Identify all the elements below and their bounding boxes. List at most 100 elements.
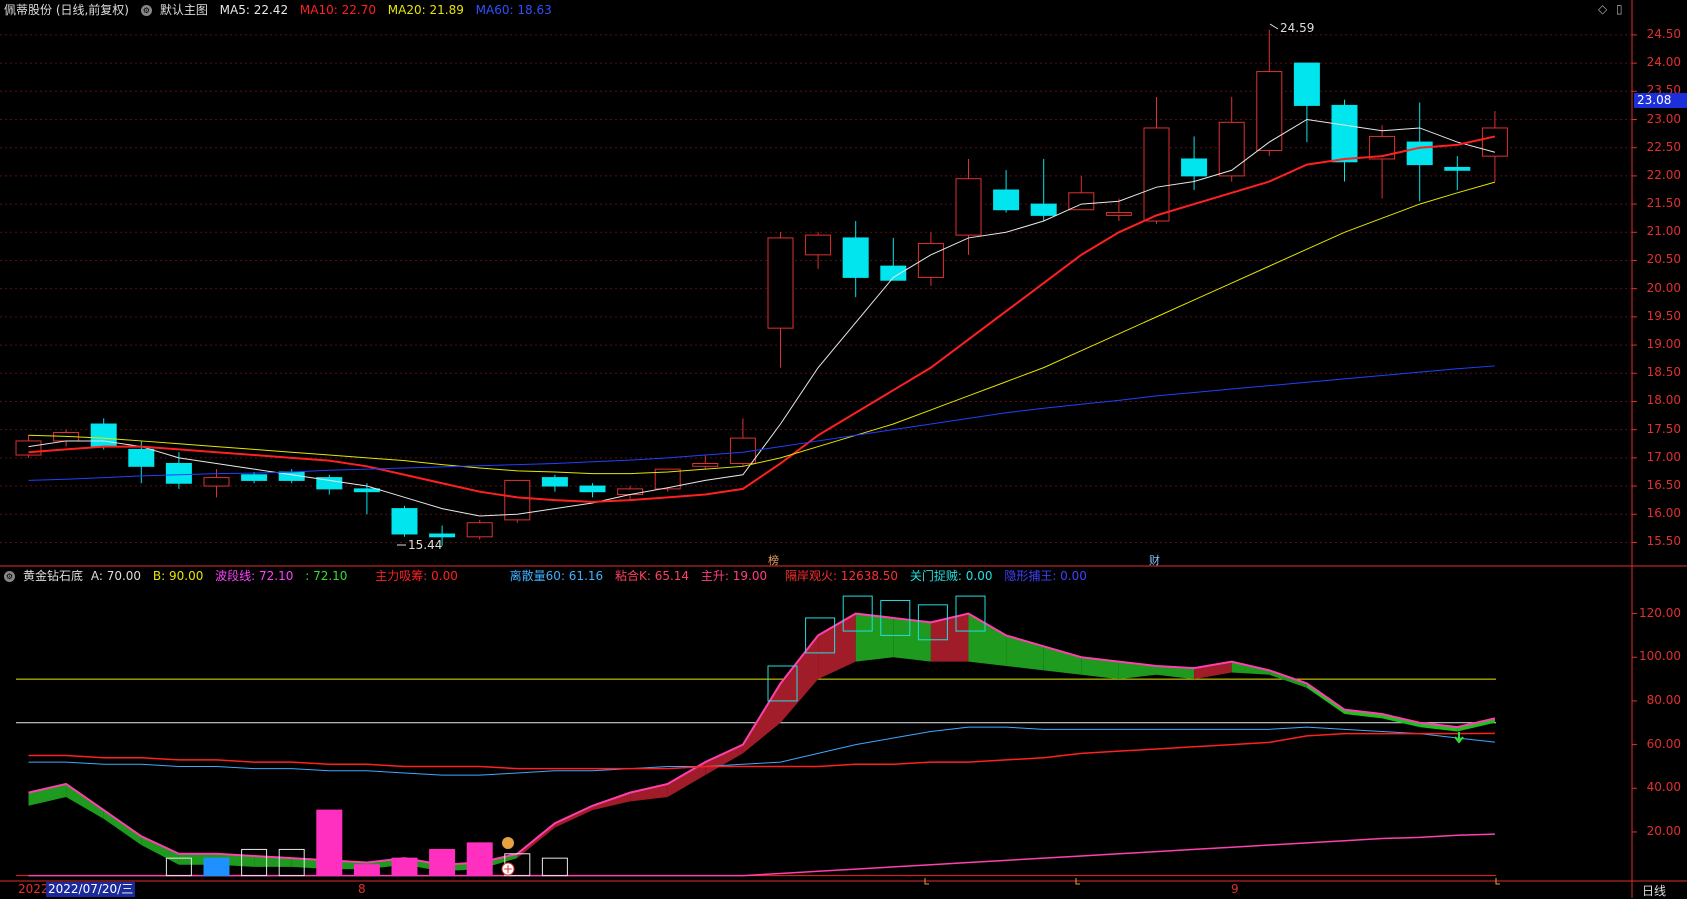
candle-body (1143, 127, 1170, 222)
price-tick-label: 21.50 (1646, 196, 1681, 211)
ma60-label: MA60: 18.63 (475, 3, 552, 17)
candle-body (1406, 141, 1433, 166)
price-tick-label: 21.00 (1646, 224, 1681, 239)
candle-body (165, 462, 192, 484)
diamond-icon[interactable]: ◇ (1598, 2, 1607, 16)
candle-body (1218, 121, 1245, 177)
price-tick-label: 23.00 (1646, 111, 1681, 126)
zone-block (466, 842, 493, 877)
candle-body (541, 477, 568, 487)
price-tick-label: 18.50 (1646, 365, 1681, 380)
price-tick-label: 20.50 (1646, 252, 1681, 267)
indicator-panel: + (16, 595, 1496, 877)
a-label: A: 70.00 (90, 569, 142, 583)
indicator-tick-label: 20.00 (1646, 823, 1681, 838)
template-label[interactable]: 默认主图 (160, 3, 208, 17)
gear-icon[interactable]: ⚙ (4, 571, 15, 582)
main-force-label: 主力吸筹: 0.00 (375, 569, 458, 583)
price-tick-label: 19.00 (1646, 337, 1681, 352)
indicator-tick-label: 60.00 (1646, 736, 1681, 751)
grid (0, 34, 1632, 543)
candle-body (1181, 158, 1208, 177)
price-tick-label: 16.50 (1646, 478, 1681, 493)
stock-chart[interactable]: + (0, 0, 1687, 898)
period-label[interactable]: 日线 (1642, 882, 1666, 899)
candle-body (842, 237, 869, 278)
zone-block (541, 857, 568, 877)
money-bag-icon (502, 837, 514, 849)
price-tick-label: 17.00 (1646, 449, 1681, 464)
candle-body (391, 508, 418, 535)
wave-band (66, 783, 104, 819)
candle-body (1331, 104, 1358, 163)
month-8-label: 8 (358, 882, 366, 896)
window-icon[interactable]: ▯ (1616, 2, 1623, 16)
zone-block (429, 848, 456, 877)
price-tick-label: 20.00 (1646, 280, 1681, 295)
price-tick-label: 15.50 (1646, 534, 1681, 549)
gate-label: 关门捉贼: 0.00 (909, 569, 993, 583)
wave-band (28, 783, 67, 806)
watch-label: 隔岸观火: 12638.50 (784, 569, 899, 583)
wave-band (780, 635, 819, 723)
price-tick-label: 16.00 (1646, 506, 1681, 521)
candle-body (579, 485, 606, 493)
zone-block (353, 864, 380, 877)
gear-icon[interactable]: ⚙ (140, 5, 152, 16)
candle-body (1068, 192, 1095, 211)
candle-body (429, 533, 456, 538)
wave-band (103, 810, 142, 846)
candle-body (993, 189, 1020, 211)
indicator-name[interactable]: 黄金钻石底 (23, 569, 83, 583)
candle-body (128, 448, 155, 467)
high-price-label: 24.59 (1280, 21, 1315, 35)
zone-block (391, 857, 418, 877)
ma5-label: MA5: 22.42 (219, 3, 289, 17)
wave-band (1043, 646, 1082, 675)
wave-line (28, 612, 1496, 866)
candle-body (15, 440, 42, 456)
current-price-tag: 23.08 (1634, 93, 1687, 108)
candle-body (1030, 203, 1057, 216)
candle-body (767, 237, 794, 329)
candle-body (203, 477, 230, 487)
indicator-tick-label: 120.00 (1639, 605, 1681, 620)
zone-block (203, 857, 230, 877)
ma10-label: MA10: 22.70 (299, 3, 376, 17)
discrete-label: 离散量60: 61.16 (509, 569, 604, 583)
candle-body (90, 423, 117, 448)
candle-body (955, 178, 982, 236)
zone-block (316, 809, 343, 877)
candle-body (805, 234, 832, 256)
indicator-tick-label: 100.00 (1639, 649, 1681, 664)
candle-body (1293, 62, 1320, 106)
ma-line-ma60 (28, 365, 1495, 481)
plus-glyph: + (503, 862, 513, 876)
candle-body (241, 474, 268, 481)
indicator-header: ⚙ 黄金钻石底 A: 70.00 B: 90.00 波段线: 72.10 : 72… (4, 567, 1095, 585)
year-label: 2022 (18, 882, 49, 896)
month-9-label: 9 (1231, 882, 1239, 896)
price-tick-label: 22.00 (1646, 167, 1681, 182)
candle-body (1105, 212, 1132, 216)
stock-title: 佩蒂股份 (日线,前复权) (4, 3, 129, 17)
price-tick-label: 22.50 (1646, 139, 1681, 154)
wave-band (855, 613, 894, 662)
candles (15, 29, 1508, 546)
price-tick-label: 17.50 (1646, 421, 1681, 436)
main-header: 佩蒂股份 (日线,前复权) ⚙ 默认主图 MA5: 22.42 MA10: 22.… (4, 1, 560, 19)
bang-mark[interactable]: 榜 (768, 552, 779, 568)
candle-body (353, 488, 380, 493)
candle-body (1256, 71, 1283, 152)
wave2-label: : 72.10 (305, 569, 348, 583)
wave-band (630, 783, 668, 802)
price-tick-label: 19.50 (1646, 308, 1681, 323)
main-rise-label: 主升: 19.00 (700, 569, 768, 583)
wave-band (968, 613, 1007, 666)
ma20-label: MA20: 21.89 (387, 3, 464, 17)
indicator-tick-label: 40.00 (1646, 780, 1681, 795)
price-tick-label: 18.00 (1646, 393, 1681, 408)
candle-body (466, 522, 493, 538)
wave-label: 波段线: 72.10 (215, 569, 294, 583)
cai-mark[interactable]: 财 (1149, 552, 1160, 568)
